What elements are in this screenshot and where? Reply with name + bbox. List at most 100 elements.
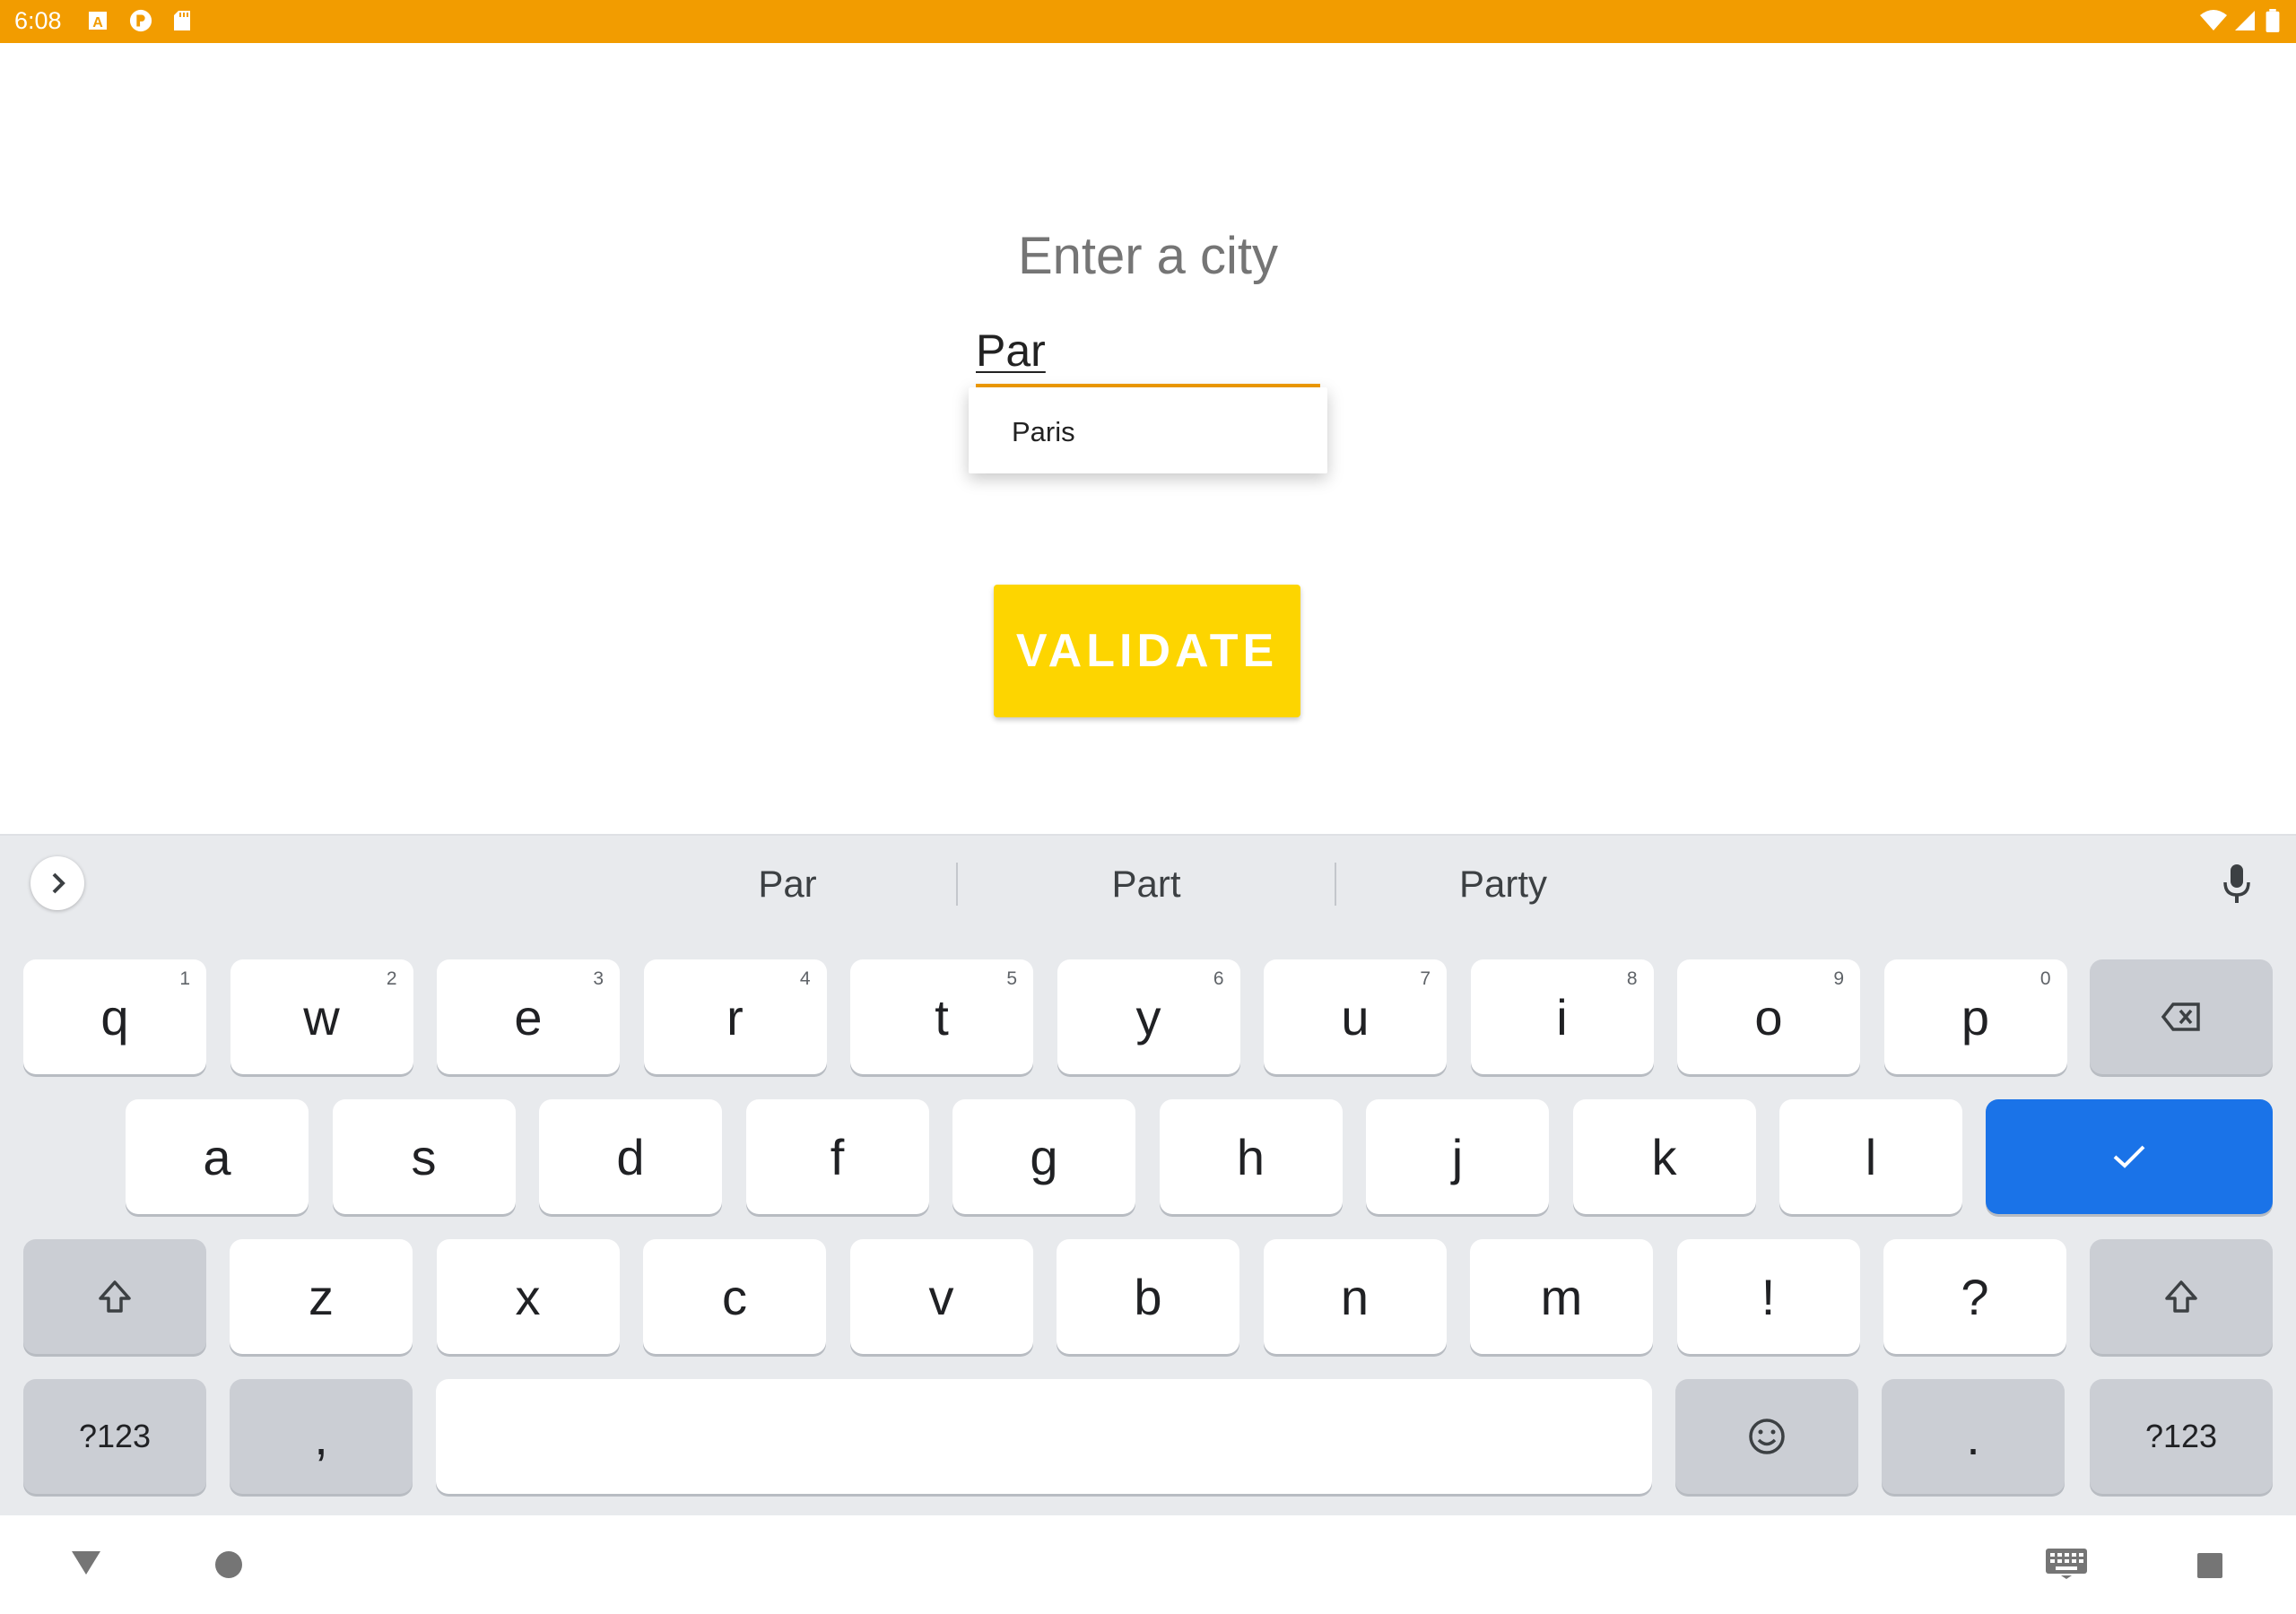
comma-key[interactable]: , [230, 1379, 413, 1494]
key-u[interactable]: u7 [1264, 959, 1447, 1074]
key-label: f [830, 1128, 845, 1185]
key-label: y [1135, 988, 1161, 1046]
space-key[interactable] [436, 1379, 1652, 1494]
symbols-key-left[interactable]: ?123 [23, 1379, 206, 1494]
key-label: o [1754, 988, 1783, 1046]
shift-key-right[interactable] [2090, 1239, 2273, 1354]
key-d[interactable]: d [539, 1099, 722, 1214]
key-r[interactable]: r4 [643, 959, 827, 1074]
key-c[interactable]: c [643, 1239, 826, 1354]
suggestion-1[interactable]: Par [608, 863, 967, 906]
key-b[interactable]: b [1057, 1239, 1239, 1354]
key-v[interactable]: v [849, 1239, 1033, 1354]
key-label: a [203, 1128, 231, 1185]
suggestion-3[interactable]: Party [1324, 863, 1683, 906]
validate-button[interactable]: VALIDATE [994, 585, 1300, 717]
key-label: c [722, 1268, 747, 1325]
key-hint: 4 [799, 968, 811, 989]
key-o[interactable]: o9 [1677, 959, 1860, 1074]
key-i[interactable]: i8 [1470, 959, 1654, 1074]
key-label: ! [1761, 1268, 1776, 1325]
backspace-key[interactable] [2090, 959, 2273, 1074]
key-hint: 1 [179, 968, 190, 989]
key-t[interactable]: t5 [850, 959, 1033, 1074]
home-icon[interactable] [213, 1549, 244, 1580]
key-label: s [411, 1128, 437, 1185]
key-label: m [1540, 1268, 1583, 1325]
key-a[interactable]: a [126, 1099, 309, 1214]
key-label: z [309, 1268, 334, 1325]
back-icon[interactable] [70, 1549, 102, 1576]
key-m[interactable]: m [1470, 1239, 1653, 1354]
key-g[interactable]: g [952, 1099, 1135, 1214]
key-label: g [1030, 1128, 1058, 1185]
microphone-icon[interactable] [2221, 863, 2253, 906]
key-label: p [1961, 988, 1990, 1046]
shift-key-left[interactable] [23, 1239, 206, 1354]
key-h[interactable]: h [1159, 1099, 1343, 1214]
key-f[interactable]: f [745, 1099, 929, 1214]
emoji-icon [1749, 1419, 1785, 1454]
key-n[interactable]: n [1263, 1239, 1447, 1354]
key-y[interactable]: y6 [1057, 959, 1240, 1074]
key-label: t [935, 988, 949, 1046]
suggestion-divider [956, 863, 958, 906]
key-l[interactable]: l [1779, 1099, 1962, 1214]
key-hint: 6 [1213, 968, 1224, 989]
city-input-value: Par [976, 325, 1046, 376]
battery-icon [2266, 9, 2280, 32]
key-label: r [726, 988, 744, 1046]
key-label: l [1865, 1128, 1877, 1185]
city-input[interactable]: Par [976, 323, 1320, 387]
expand-toolbar-button[interactable] [30, 856, 84, 910]
symbols-key-label: ?123 [2144, 1418, 2218, 1454]
key-q[interactable]: q1 [23, 959, 206, 1074]
emoji-key[interactable] [1675, 1379, 1858, 1494]
signal-icon [2235, 11, 2255, 30]
wifi-icon [2200, 10, 2227, 30]
key-exclamation[interactable]: ! [1676, 1239, 1860, 1354]
sd-card-icon [174, 11, 190, 30]
backspace-icon [2161, 1002, 2200, 1031]
key-question[interactable]: ? [1883, 1239, 2066, 1354]
key-p[interactable]: p0 [1883, 959, 2067, 1074]
key-label: e [514, 988, 543, 1046]
period-key[interactable]: . [1882, 1379, 2065, 1494]
key-w[interactable]: w2 [230, 959, 413, 1074]
key-label: d [616, 1128, 645, 1185]
text-format-icon: A [89, 12, 107, 30]
key-k[interactable]: k [1572, 1099, 1756, 1214]
key-hint: 5 [1006, 968, 1017, 989]
key-s[interactable]: s [332, 1099, 516, 1214]
key-hint: 7 [1420, 968, 1431, 989]
symbols-key-right[interactable]: ?123 [2090, 1379, 2273, 1494]
suggestion-2[interactable]: Part [967, 863, 1326, 906]
navigation-bar [0, 1515, 2296, 1614]
overview-icon[interactable] [2196, 1551, 2224, 1580]
symbols-key-label: ?123 [78, 1418, 152, 1454]
key-x[interactable]: x [436, 1239, 620, 1354]
key-label: n [1340, 1268, 1370, 1325]
key-label: i [1556, 988, 1568, 1046]
key-label: v [928, 1268, 954, 1325]
key-label: w [303, 988, 340, 1046]
key-j[interactable]: j [1366, 1099, 1549, 1214]
key-label: x [515, 1268, 541, 1325]
key-label: b [1134, 1268, 1162, 1325]
key-label: u [1341, 988, 1370, 1046]
enter-key[interactable] [1986, 1099, 2273, 1214]
key-label: k [1651, 1128, 1677, 1185]
chevron-right-icon [52, 872, 65, 894]
key-label: h [1236, 1128, 1265, 1185]
svg-text:A: A [92, 15, 103, 30]
autocomplete-dropdown: Paris [969, 387, 1327, 473]
key-e[interactable]: e3 [437, 959, 620, 1074]
app-icon [129, 9, 152, 32]
key-z[interactable]: z [230, 1239, 413, 1354]
check-icon [2113, 1145, 2145, 1168]
key-hint: 9 [1833, 968, 1844, 989]
autocomplete-item[interactable]: Paris [1012, 416, 1075, 448]
page-title: Enter a city [1017, 227, 1279, 285]
key-label: j [1451, 1128, 1464, 1185]
keyboard-switch-icon[interactable] [2045, 1548, 2088, 1580]
